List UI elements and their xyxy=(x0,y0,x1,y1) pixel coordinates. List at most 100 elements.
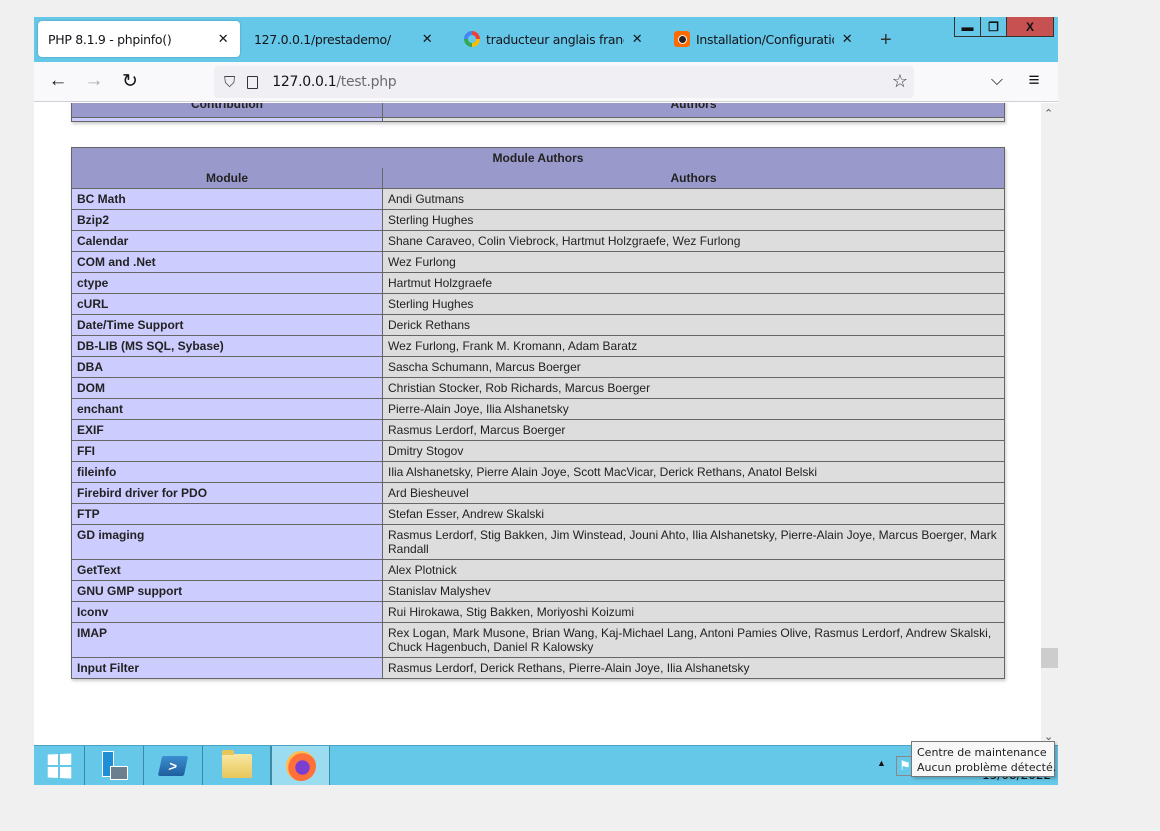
module-authors-cell: Shane Caraveo, Colin Viebrock, Hartmut H… xyxy=(382,230,1005,252)
folder-icon xyxy=(221,750,252,778)
module-authors-cell: Wez Furlong xyxy=(382,251,1005,273)
table-row: BC Math Andi Gutmans xyxy=(71,188,1005,210)
menu-icon[interactable]: ≡ xyxy=(1022,70,1046,92)
tab-close-icon[interactable]: ✕ xyxy=(420,32,434,47)
reload-button[interactable]: ↻ xyxy=(118,70,142,93)
tab-prestademo[interactable]: 127.0.0.1/prestademo/ ✕ xyxy=(244,21,444,57)
table-row: EXIF Rasmus Lerdorf, Marcus Boerger xyxy=(71,419,1005,441)
taskbar-file-explorer[interactable] xyxy=(203,746,271,785)
table-row: Firebird driver for PDO Ard Biesheuvel xyxy=(71,482,1005,504)
module-authors-cell: Rasmus Lerdorf, Marcus Boerger xyxy=(382,419,1005,441)
header-authors: Authors xyxy=(382,103,1005,118)
table-row: DBA Sascha Schumann, Marcus Boerger xyxy=(71,356,1005,378)
module-name-cell: Firebird driver for PDO xyxy=(71,482,383,504)
module-authors-cell: Rui Hirokawa, Stig Bakken, Moriyoshi Koi… xyxy=(382,601,1005,623)
module-name-cell: COM and .Net xyxy=(71,251,383,273)
module-authors-cell: Stefan Esser, Andrew Skalski xyxy=(382,503,1005,525)
table-row: ctype Hartmut Holzgraefe xyxy=(71,272,1005,294)
module-authors-cell: Rasmus Lerdorf, Derick Rethans, Pierre-A… xyxy=(382,657,1005,679)
table-row: IMAP Rex Logan, Mark Musone, Brian Wang, … xyxy=(71,622,1005,658)
tab-close-icon[interactable]: ✕ xyxy=(840,32,854,47)
module-name-cell: cURL xyxy=(71,293,383,315)
module-authors-cell: Hartmut Holzgraefe xyxy=(382,272,1005,294)
module-name-cell: DB-LIB (MS SQL, Sybase) xyxy=(71,335,383,357)
tab-strip: PHP 8.1.9 - phpinfo() ✕ 127.0.0.1/presta… xyxy=(34,17,1058,62)
table-title: Module Authors xyxy=(71,147,1005,168)
module-name-cell: GNU GMP support xyxy=(71,580,383,602)
table-row: GD imaging Rasmus Lerdorf, Stig Bakken, J… xyxy=(71,524,1005,560)
show-hidden-icons-arrow[interactable]: ▲ xyxy=(877,758,886,768)
module-authors-cell: Christian Stocker, Rob Richards, Marcus … xyxy=(382,377,1005,399)
module-name-cell: enchant xyxy=(71,398,383,420)
close-window-button[interactable]: X xyxy=(1007,17,1053,36)
navigation-bar: ← → ↻ ⛉ 127.0.0.1/test.php ☆ ⌵ ≡ xyxy=(34,62,1058,102)
module-authors-cell: Ilia Alshanetsky, Pierre Alain Joye, Sco… xyxy=(382,461,1005,483)
module-name-cell: Calendar xyxy=(71,230,383,252)
table-row: Calendar Shane Caraveo, Colin Viebrock, H… xyxy=(71,230,1005,252)
new-tab-button[interactable]: + xyxy=(880,29,892,52)
scrollbar-thumb[interactable] xyxy=(1041,648,1058,668)
tab-installation[interactable]: Installation/Configuration et ✕ xyxy=(664,21,864,57)
table-row: COM and .Net Wez Furlong xyxy=(71,251,1005,273)
tooltip-title: Centre de maintenance xyxy=(917,746,1047,759)
module-authors-cell: Sascha Schumann, Marcus Boerger xyxy=(382,356,1005,378)
table-row xyxy=(71,117,1005,122)
module-authors-cell: Wez Furlong, Frank M. Kromann, Adam Bara… xyxy=(382,335,1005,357)
module-name-cell: GetText xyxy=(71,559,383,581)
scroll-up-arrow-icon[interactable]: ⌃ xyxy=(1044,107,1053,120)
table-row: Bzip2 Sterling Hughes xyxy=(71,209,1005,231)
module-name-cell: FTP xyxy=(71,503,383,525)
module-name-cell: BC Math xyxy=(71,188,383,210)
forward-button[interactable]: → xyxy=(82,70,106,92)
minimize-button[interactable]: ▬ xyxy=(955,17,981,36)
table-row: cURL Sterling Hughes xyxy=(71,293,1005,315)
url-path: /test.php xyxy=(336,74,397,90)
module-authors-cell: Rasmus Lerdorf, Stig Bakken, Jim Winstea… xyxy=(382,524,1005,560)
table-row: enchant Pierre-Alain Joye, Ilia Alshanets… xyxy=(71,398,1005,420)
tab-phpinfo[interactable]: PHP 8.1.9 - phpinfo() ✕ xyxy=(38,21,240,57)
module-name-cell: IMAP xyxy=(71,622,383,658)
table-header-row: Contribution Authors xyxy=(71,103,1005,118)
module-name-cell: Iconv xyxy=(71,601,383,623)
table-title-row: Module Authors xyxy=(71,147,1005,168)
module-authors-cell: Sterling Hughes xyxy=(382,209,1005,231)
bookmark-star-icon[interactable]: ☆ xyxy=(892,71,908,92)
module-authors-cell: Stanislav Malyshev xyxy=(382,580,1005,602)
taskbar-powershell[interactable]: > xyxy=(144,746,203,785)
module-authors-cell: Rex Logan, Mark Musone, Brian Wang, Kaj-… xyxy=(382,622,1005,658)
cell xyxy=(71,117,383,122)
firefox-icon xyxy=(285,751,316,781)
contribution-table: Contribution Authors xyxy=(71,103,1005,122)
header-contribution: Contribution xyxy=(71,103,383,118)
url-text[interactable]: 127.0.0.1/test.php xyxy=(272,74,396,90)
restore-button[interactable]: ❐ xyxy=(981,17,1007,36)
cell xyxy=(382,117,1005,122)
header-authors: Authors xyxy=(382,168,1005,189)
table-row: Iconv Rui Hirokawa, Stig Bakken, Moriyosh… xyxy=(71,601,1005,623)
shield-icon[interactable]: ⛉ xyxy=(224,74,235,91)
module-authors-cell: Pierre-Alain Joye, Ilia Alshanetsky xyxy=(382,398,1005,420)
module-name-cell: DBA xyxy=(71,356,383,378)
table-row: GetText Alex Plotnick xyxy=(71,559,1005,581)
module-name-cell: GD imaging xyxy=(71,524,383,560)
table-row: DOM Christian Stocker, Rob Richards, Marc… xyxy=(71,377,1005,399)
back-button[interactable]: ← xyxy=(46,70,70,92)
powershell-icon: > xyxy=(157,756,189,776)
vertical-scrollbar[interactable]: ⌃ ⌄ xyxy=(1041,103,1058,745)
server-manager-icon xyxy=(100,751,128,781)
taskbar-firefox[interactable] xyxy=(271,746,330,785)
table-row: Date/Time Support Derick Rethans xyxy=(71,314,1005,336)
tab-translator[interactable]: traducteur anglais francais - I ✕ xyxy=(454,21,654,57)
table-row: GNU GMP support Stanislav Malyshev xyxy=(71,580,1005,602)
pocket-icon[interactable]: ⌵ xyxy=(985,72,1009,90)
tab-label: PHP 8.1.9 - phpinfo() xyxy=(48,31,172,47)
taskbar: > ▲ ⚑ 15/08/2022 xyxy=(34,745,1058,785)
url-bar[interactable]: ⛉ 127.0.0.1/test.php ☆ xyxy=(214,66,914,98)
tab-close-icon[interactable]: ✕ xyxy=(216,32,230,47)
taskbar-server-manager[interactable] xyxy=(85,746,144,785)
start-button[interactable] xyxy=(34,746,85,785)
tab-close-icon[interactable]: ✕ xyxy=(630,32,644,47)
google-icon xyxy=(464,31,480,47)
header-module: Module xyxy=(71,168,383,189)
page-icon[interactable] xyxy=(247,75,259,89)
